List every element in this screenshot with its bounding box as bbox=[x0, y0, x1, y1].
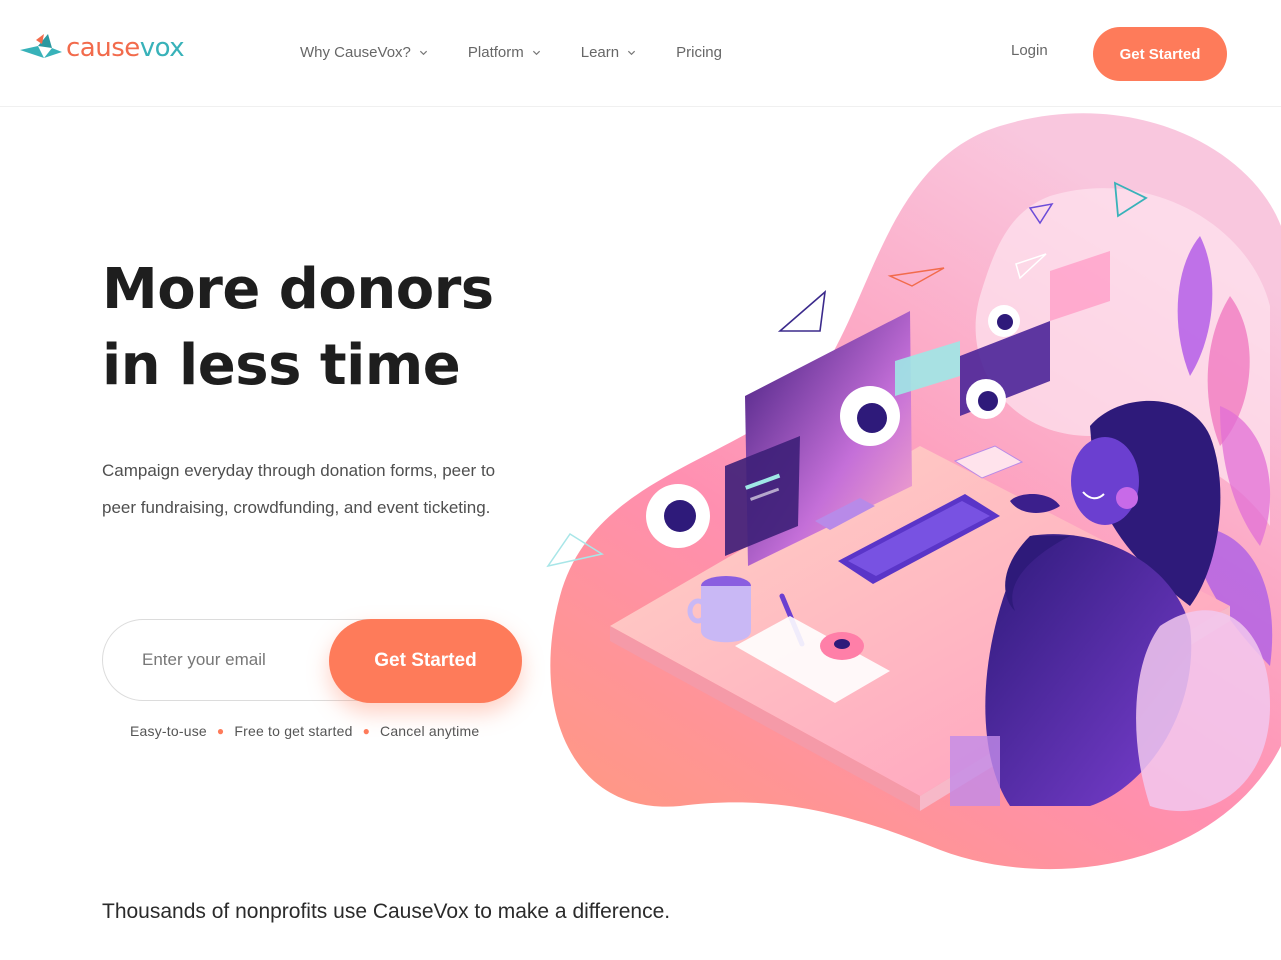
hero-title: More donors in less time bbox=[102, 252, 494, 404]
avatar-head bbox=[997, 314, 1013, 330]
login-link[interactable]: Login bbox=[1011, 42, 1048, 59]
feature-item: Free to get started bbox=[234, 723, 353, 739]
chevron-down-icon bbox=[628, 50, 636, 55]
avatar-head bbox=[857, 403, 887, 433]
hero-title-line-2: in less time bbox=[102, 333, 461, 398]
avatar-head bbox=[978, 391, 998, 411]
nav-label: Learn bbox=[580, 43, 620, 61]
nav-item-learn[interactable]: Learn bbox=[581, 40, 636, 64]
donut-hole bbox=[834, 639, 850, 649]
logo-wordmark: causevox bbox=[66, 33, 185, 63]
mug bbox=[701, 586, 751, 643]
logo-text-cause: cause bbox=[66, 33, 140, 63]
avatar-head bbox=[664, 500, 696, 532]
hero-get-started-button[interactable]: Get Started bbox=[329, 619, 522, 703]
hero-title-line-1: More donors bbox=[102, 257, 494, 322]
woman-cheek bbox=[1116, 487, 1138, 509]
chevron-down-icon bbox=[419, 50, 427, 55]
nav-label: Why CauseVox? bbox=[300, 43, 411, 61]
chair-base bbox=[950, 736, 1000, 806]
hero-subtitle: Campaign everyday through donation forms… bbox=[102, 461, 496, 517]
nav-label: Pricing bbox=[676, 43, 722, 61]
hero-illustration bbox=[546, 113, 1281, 870]
site-header: causevox Why CauseVox? Platform Learn Pr… bbox=[0, 0, 1281, 107]
triangle-shape bbox=[777, 290, 827, 332]
main-nav: Why CauseVox? Platform Learn Pricing bbox=[300, 40, 762, 64]
bullet-dot-icon: ● bbox=[362, 724, 371, 738]
feature-item: Cancel anytime bbox=[380, 723, 480, 739]
nav-item-why-causevox[interactable]: Why CauseVox? bbox=[300, 40, 428, 64]
feature-list: Easy-to-use ● Free to get started ● Canc… bbox=[130, 723, 479, 739]
nav-label: Platform bbox=[467, 43, 524, 61]
woman-face bbox=[1071, 437, 1139, 525]
bullet-dot-icon: ● bbox=[216, 724, 225, 738]
nav-item-platform[interactable]: Platform bbox=[468, 40, 541, 64]
bird-logo-icon bbox=[20, 34, 62, 58]
email-signup-form: Get Started bbox=[102, 619, 522, 703]
feature-item: Easy-to-use bbox=[130, 723, 207, 739]
social-proof-text: Thousands of nonprofits use CauseVox to … bbox=[102, 900, 671, 923]
causevox-logo[interactable]: causevox bbox=[18, 28, 185, 68]
logo-text-vox: vox bbox=[139, 33, 185, 63]
nav-item-pricing[interactable]: Pricing bbox=[676, 40, 722, 64]
header-get-started-button[interactable]: Get Started bbox=[1093, 27, 1227, 81]
chevron-down-icon bbox=[532, 50, 540, 55]
